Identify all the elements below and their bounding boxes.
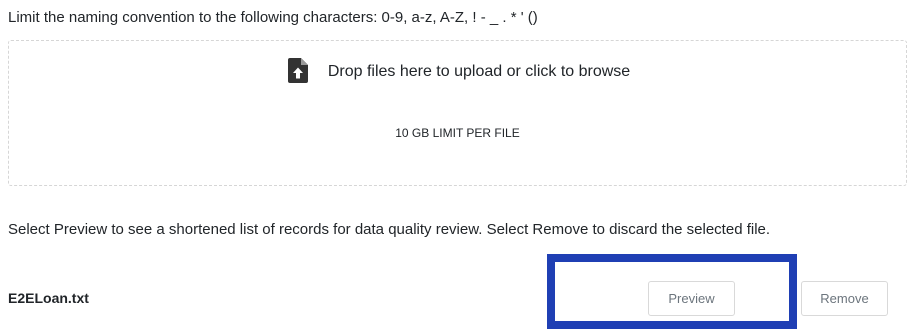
preview-remove-instructions: Select Preview to see a shortened list o… [8,221,771,238]
remove-button[interactable]: Remove [801,281,888,316]
naming-convention-note: Limit the naming convention to the follo… [8,9,538,26]
preview-button[interactable]: Preview [648,281,735,316]
dropzone-instruction: Drop files here to upload or click to br… [327,63,631,80]
file-upload-icon [288,58,308,83]
file-size-limit: 10 GB LIMIT PER FILE [395,126,520,140]
file-name: E2ELoan.txt [8,290,89,306]
file-dropzone[interactable]: Drop files here to upload or click to br… [8,40,907,186]
